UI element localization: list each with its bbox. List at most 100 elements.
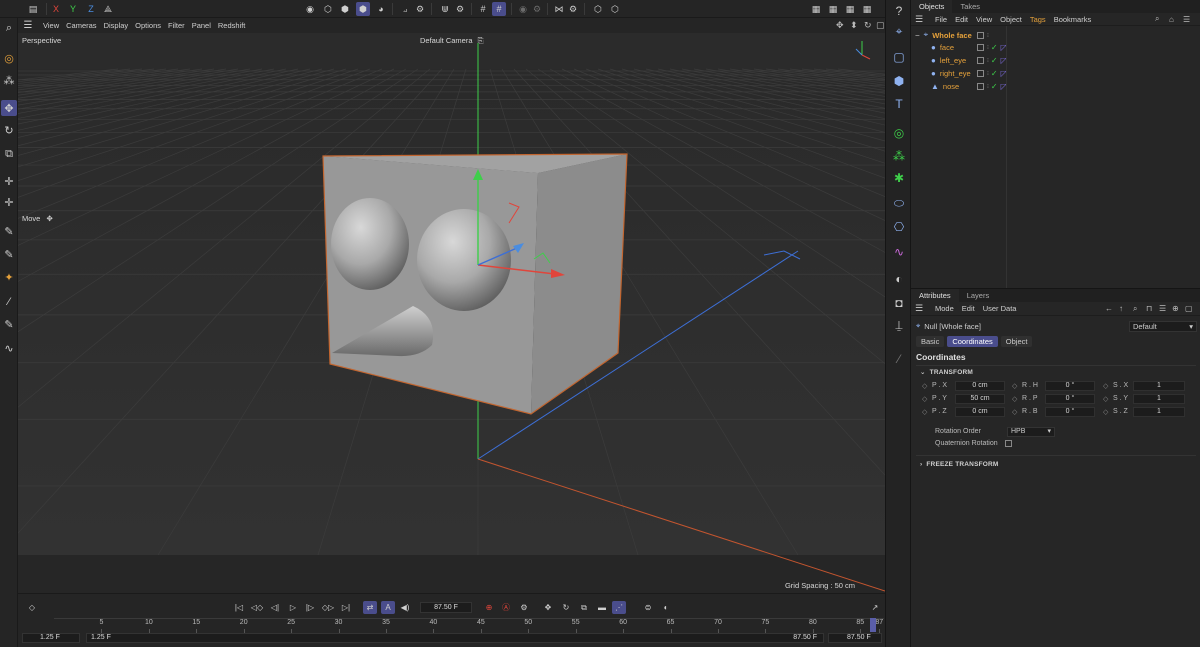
cube-object-icon[interactable]: ⬢ bbox=[890, 72, 908, 90]
key-scale-icon[interactable]: ⧉ bbox=[577, 601, 591, 614]
edges-mode-icon[interactable]: ⬡ bbox=[321, 2, 335, 16]
help-icon[interactable]: ? bbox=[890, 2, 908, 20]
tweak-mode-icon[interactable]: ⚙ bbox=[413, 2, 427, 16]
autokey-icon[interactable]: Ⓐ bbox=[499, 601, 513, 614]
filter-icon[interactable]: ☰ bbox=[1183, 15, 1190, 24]
home-icon[interactable]: ⌂ bbox=[1169, 15, 1174, 24]
tab-layers[interactable]: Layers bbox=[959, 289, 998, 302]
subdivision-icon[interactable]: ◎ bbox=[890, 124, 908, 142]
viewport-move-icon[interactable]: ✥ bbox=[836, 20, 844, 31]
next-key-icon[interactable]: ◇▷ bbox=[321, 601, 335, 614]
keyframe-diamond-icon[interactable]: ◇ bbox=[1012, 395, 1017, 403]
visibility-dots[interactable]: ⁝ bbox=[987, 57, 989, 64]
attributes-mode-dropdown[interactable]: Default ▾ bbox=[1129, 321, 1197, 332]
freeze-transform-group-header[interactable]: › FREEZE TRANSFORM bbox=[920, 461, 999, 468]
timeline-playhead[interactable] bbox=[870, 618, 876, 632]
go-to-start-icon[interactable]: |◁ bbox=[232, 601, 246, 614]
key-pla-icon[interactable]: ⋰ bbox=[612, 601, 626, 614]
record-key-diamond-icon[interactable]: ◇ bbox=[25, 601, 39, 614]
environment-icon[interactable]: ◐ bbox=[890, 270, 908, 288]
tab-objects[interactable]: Objects bbox=[911, 0, 953, 13]
enabled-check-icon[interactable]: ✓ bbox=[991, 56, 998, 65]
subtab-object[interactable]: Object bbox=[1000, 336, 1033, 347]
layer-checkbox[interactable] bbox=[977, 31, 984, 39]
visibility-dots[interactable]: ⁝ bbox=[987, 70, 989, 77]
object-name[interactable]: right_eye bbox=[940, 69, 971, 78]
visibility-dots[interactable]: ⁝ bbox=[987, 32, 989, 39]
render-view-icon[interactable]: ▦ bbox=[809, 2, 823, 16]
spline-tools-icon[interactable]: ✦ bbox=[1, 269, 17, 285]
locked-workplane-icon[interactable]: ◉ bbox=[516, 2, 530, 16]
light-object-icon[interactable]: ⍊ bbox=[890, 316, 908, 334]
rotation-order-dropdown[interactable]: HPB ▾ bbox=[1007, 427, 1055, 437]
viewport-maximize-icon[interactable]: ▢ bbox=[876, 20, 885, 31]
mograph-icon[interactable]: ✱ bbox=[890, 169, 908, 187]
layer-checkbox[interactable] bbox=[977, 69, 984, 77]
object-row-left-eye[interactable]: ● left_eye ⁝ ✓ ◸ bbox=[911, 54, 1200, 66]
workplane-settings-icon[interactable]: ⚙ bbox=[530, 2, 544, 16]
menu-mode[interactable]: Mode bbox=[935, 304, 954, 313]
key-position-icon[interactable]: ✥ bbox=[541, 601, 555, 614]
attributes-hamburger-icon[interactable]: ☰ bbox=[911, 303, 927, 314]
layer-checkbox[interactable] bbox=[977, 43, 984, 51]
undo-icon[interactable]: ▤ bbox=[26, 2, 40, 16]
loop-icon[interactable]: ⇄ bbox=[363, 601, 377, 614]
keyframe-diamond-icon[interactable]: ◇ bbox=[1103, 395, 1108, 403]
scale-x-field[interactable]: 1 bbox=[1133, 381, 1185, 391]
column-divider[interactable] bbox=[1006, 26, 1007, 288]
3d-viewport[interactable]: Perspective Default Camera ⎘ Move ✥ Grid… bbox=[18, 33, 885, 593]
viewport-pan-icon[interactable]: ⬍ bbox=[850, 20, 858, 31]
viewport-rotate-icon[interactable]: ↻ bbox=[864, 20, 872, 31]
spline-pen-icon[interactable]: ✎ bbox=[1, 223, 17, 239]
previous-key-icon[interactable]: ◁◇ bbox=[250, 601, 264, 614]
settings-icon[interactable]: ☰ bbox=[1159, 304, 1166, 313]
scale-y-field[interactable]: 1 bbox=[1133, 394, 1185, 404]
menu-view[interactable]: View bbox=[43, 21, 59, 30]
go-to-end-icon[interactable]: ▷| bbox=[339, 601, 353, 614]
pos-x-field[interactable]: 0 cm bbox=[955, 381, 1005, 391]
visibility-dots[interactable]: ⁝ bbox=[987, 83, 989, 90]
visibility-dots[interactable]: ⁝ bbox=[987, 44, 989, 51]
menu-file[interactable]: File bbox=[935, 15, 947, 24]
redshift-icon[interactable]: ⬡ bbox=[608, 2, 622, 16]
scale-z-field[interactable]: 1 bbox=[1133, 407, 1185, 417]
previous-frame-icon[interactable]: ◁| bbox=[268, 601, 282, 614]
zoom-timeline-icon[interactable]: ↗ bbox=[868, 601, 882, 614]
keyframe-diamond-icon[interactable]: ◇ bbox=[922, 395, 927, 403]
spline-sketch-icon[interactable]: ✎ bbox=[1, 246, 17, 262]
objects-hamburger-icon[interactable]: ☰ bbox=[911, 14, 927, 25]
pin-icon[interactable]: ⁄ bbox=[890, 350, 908, 368]
transfer-tool-icon[interactable]: ✛ bbox=[1, 173, 17, 189]
layer-checkbox[interactable] bbox=[977, 82, 984, 90]
rot-p-field[interactable]: 0 ° bbox=[1045, 394, 1095, 404]
keyframe-diamond-icon[interactable]: ◇ bbox=[1103, 408, 1108, 416]
transform-group-header[interactable]: ⌄ TRANSFORM bbox=[920, 368, 973, 376]
placement-tool-icon[interactable]: ✛ bbox=[1, 194, 17, 210]
tab-attributes[interactable]: Attributes bbox=[911, 289, 959, 302]
workplane-icon[interactable]: # bbox=[476, 2, 490, 16]
axis-mode-icon[interactable]: ⟓ bbox=[398, 2, 412, 16]
rot-h-field[interactable]: 0 ° bbox=[1045, 381, 1095, 391]
menu-edit[interactable]: Edit bbox=[955, 15, 968, 24]
range-end-field[interactable]: 87.50 F bbox=[828, 633, 882, 643]
timeline-ruler[interactable]: 5 10 15 20 25 30 35 40 45 50 55 60 65 70 75 80 85 87 bbox=[54, 618, 884, 633]
keyframe-diamond-icon[interactable]: ◇ bbox=[1012, 408, 1017, 416]
camera-object-icon[interactable]: ◘ bbox=[890, 294, 908, 312]
object-row-whole-face[interactable]: − ⌖ Whole face ⁝ bbox=[911, 29, 1200, 41]
keyframe-diamond-icon[interactable]: ◇ bbox=[1103, 382, 1108, 390]
axis-x-button[interactable]: X bbox=[49, 2, 63, 16]
next-frame-icon[interactable]: |▷ bbox=[303, 601, 317, 614]
menu-edit[interactable]: Edit bbox=[962, 304, 975, 313]
snap-icon[interactable]: ⋓ bbox=[438, 2, 452, 16]
keyframe-diamond-icon[interactable]: ◇ bbox=[922, 408, 927, 416]
polygons-mode-icon[interactable]: ⬢ bbox=[338, 2, 352, 16]
range-slider[interactable]: 1.25 F 87.50 F bbox=[86, 633, 824, 643]
render-to-picture-viewer-icon[interactable]: ▦ bbox=[843, 2, 857, 16]
active-camera-label[interactable]: Default Camera ⎘ bbox=[420, 36, 484, 46]
current-frame-field[interactable]: 87.50 F bbox=[420, 602, 472, 613]
scale-tool-icon[interactable]: ⧉ bbox=[1, 146, 17, 162]
move-tool-icon[interactable]: ✥ bbox=[1, 100, 17, 116]
coordinate-system-icon[interactable]: ⟁ bbox=[101, 2, 115, 16]
live-selection-icon[interactable]: ◎ bbox=[1, 50, 17, 66]
menu-tags[interactable]: Tags bbox=[1030, 15, 1046, 24]
